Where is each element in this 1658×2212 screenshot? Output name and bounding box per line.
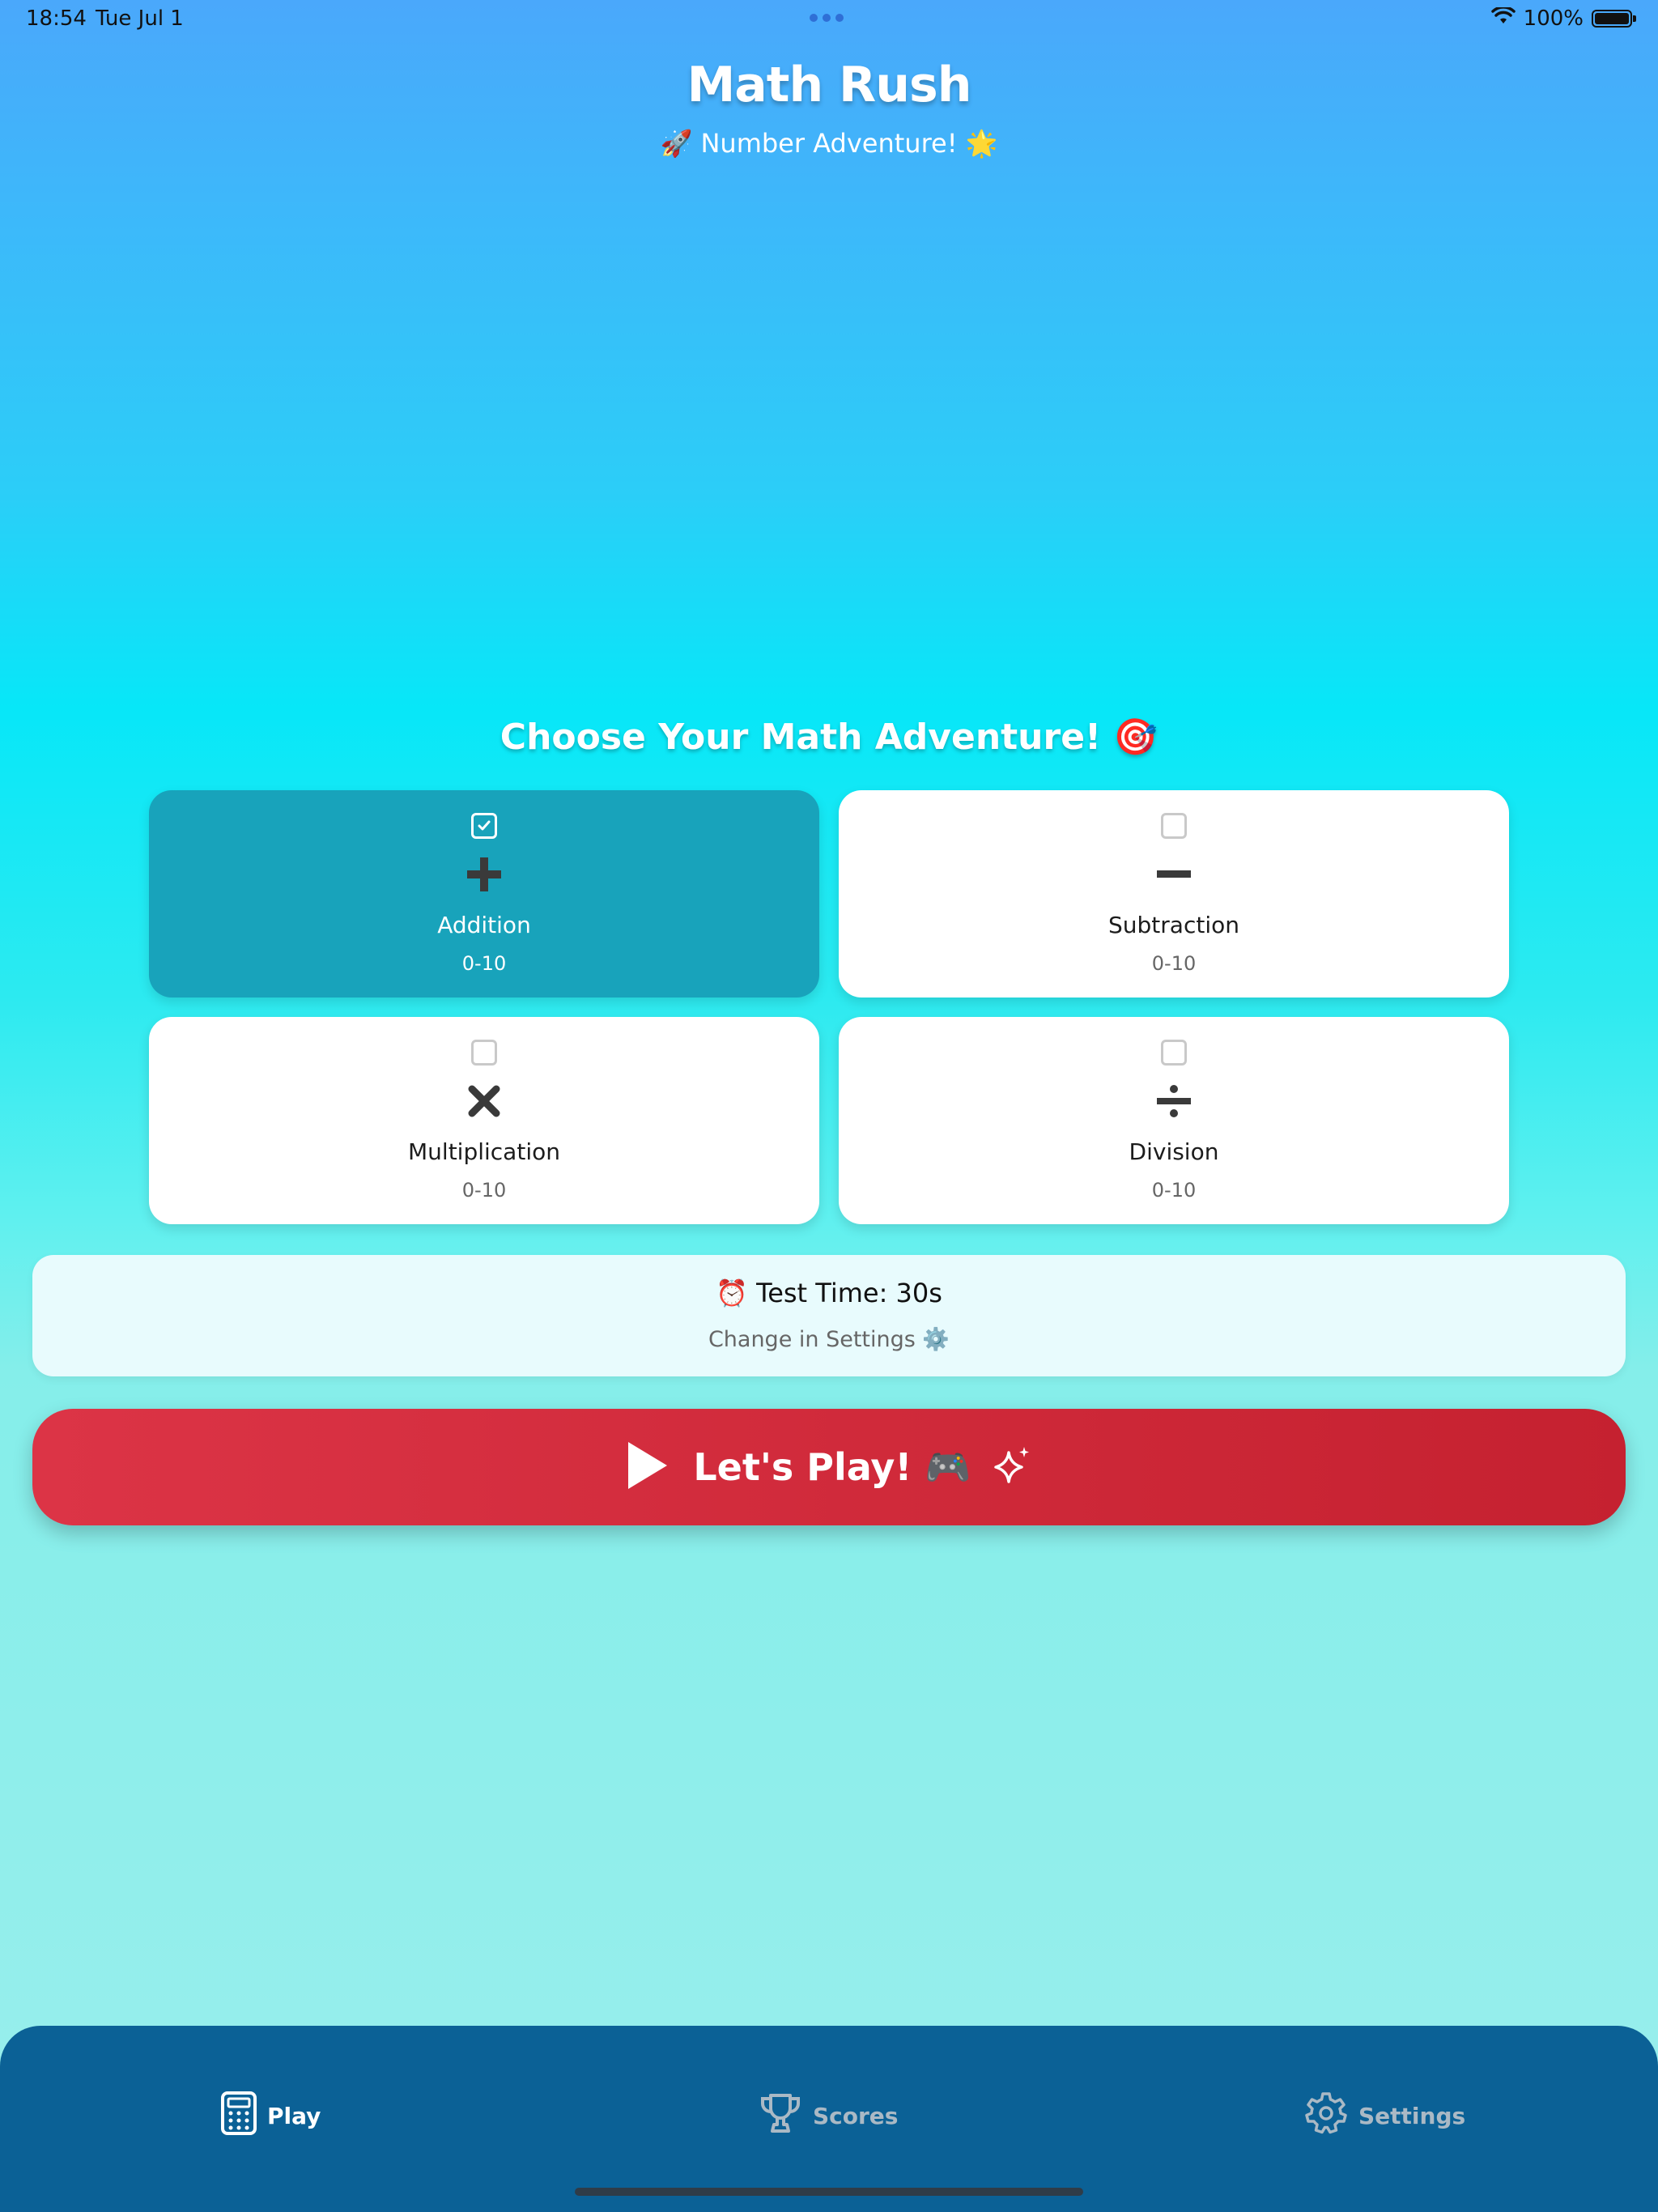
sparkles-icon <box>991 1444 1033 1490</box>
status-date: Tue Jul 1 <box>96 6 184 31</box>
lets-play-button[interactable]: Let's Play! 🎮 <box>32 1409 1626 1525</box>
operation-card-multiplication[interactable]: Multiplication 0-10 <box>149 1017 819 1224</box>
calculator-icon <box>220 2091 257 2142</box>
status-time: 18:54 <box>26 6 87 31</box>
app-title: Math Rush <box>687 57 972 113</box>
wifi-icon <box>1490 6 1516 31</box>
checkbox-checked-icon[interactable] <box>471 813 497 839</box>
test-time-panel: ⏰ Test Time: 30s Change in Settings ⚙️ <box>32 1255 1626 1376</box>
checkbox-unchecked-icon[interactable] <box>1161 1040 1187 1066</box>
trophy-icon <box>758 2091 803 2142</box>
operation-name: Multiplication <box>408 1138 560 1165</box>
section-title: Choose Your Math Adventure! 🎯 <box>500 717 1158 758</box>
plus-icon <box>149 850 819 899</box>
play-icon <box>625 1440 669 1494</box>
app-subtitle: 🚀 Number Adventure! 🌟 <box>660 128 998 159</box>
tab-play[interactable]: Play <box>220 2091 321 2142</box>
tab-bar: Play Scores Settings <box>0 2026 1658 2212</box>
operation-name: Addition <box>437 912 531 938</box>
operation-card-subtraction[interactable]: Subtraction 0-10 <box>839 790 1509 998</box>
operation-range: 0-10 <box>461 952 507 975</box>
gear-icon <box>1303 2091 1349 2142</box>
operation-name: Subtraction <box>1108 912 1239 938</box>
tab-label: Scores <box>813 2103 899 2129</box>
status-indicators: 100% <box>1490 6 1636 31</box>
operation-range: 0-10 <box>461 1179 507 1202</box>
battery-icon <box>1592 10 1636 28</box>
test-time-label: ⏰ Test Time: 30s <box>716 1278 942 1308</box>
checkbox-unchecked-icon[interactable] <box>471 1040 497 1066</box>
lets-play-label: Let's Play! 🎮 <box>693 1444 971 1489</box>
battery-percent: 100% <box>1523 6 1584 31</box>
tab-settings[interactable]: Settings <box>1303 2091 1465 2142</box>
operation-card-addition[interactable]: Addition 0-10 <box>149 790 819 998</box>
tab-label: Settings <box>1358 2103 1466 2129</box>
operation-grid: Addition 0-10 Subtraction 0-10 Multiplic… <box>149 790 1509 1224</box>
tab-scores[interactable]: Scores <box>758 2091 898 2142</box>
operation-range: 0-10 <box>1151 1179 1197 1202</box>
checkbox-unchecked-icon[interactable] <box>1161 813 1187 839</box>
operation-card-division[interactable]: Division 0-10 <box>839 1017 1509 1224</box>
tab-label: Play <box>267 2103 321 2129</box>
multitasking-dots-icon[interactable] <box>810 14 844 22</box>
operation-name: Division <box>1129 1138 1219 1165</box>
home-indicator <box>575 2188 1083 2196</box>
times-icon <box>149 1077 819 1125</box>
minus-icon <box>839 850 1509 899</box>
test-time-hint: Change in Settings ⚙️ <box>708 1327 950 1352</box>
operation-range: 0-10 <box>1151 952 1197 975</box>
status-bar: 18:54 Tue Jul 1 100% <box>0 0 1658 39</box>
divide-icon <box>839 1077 1509 1125</box>
